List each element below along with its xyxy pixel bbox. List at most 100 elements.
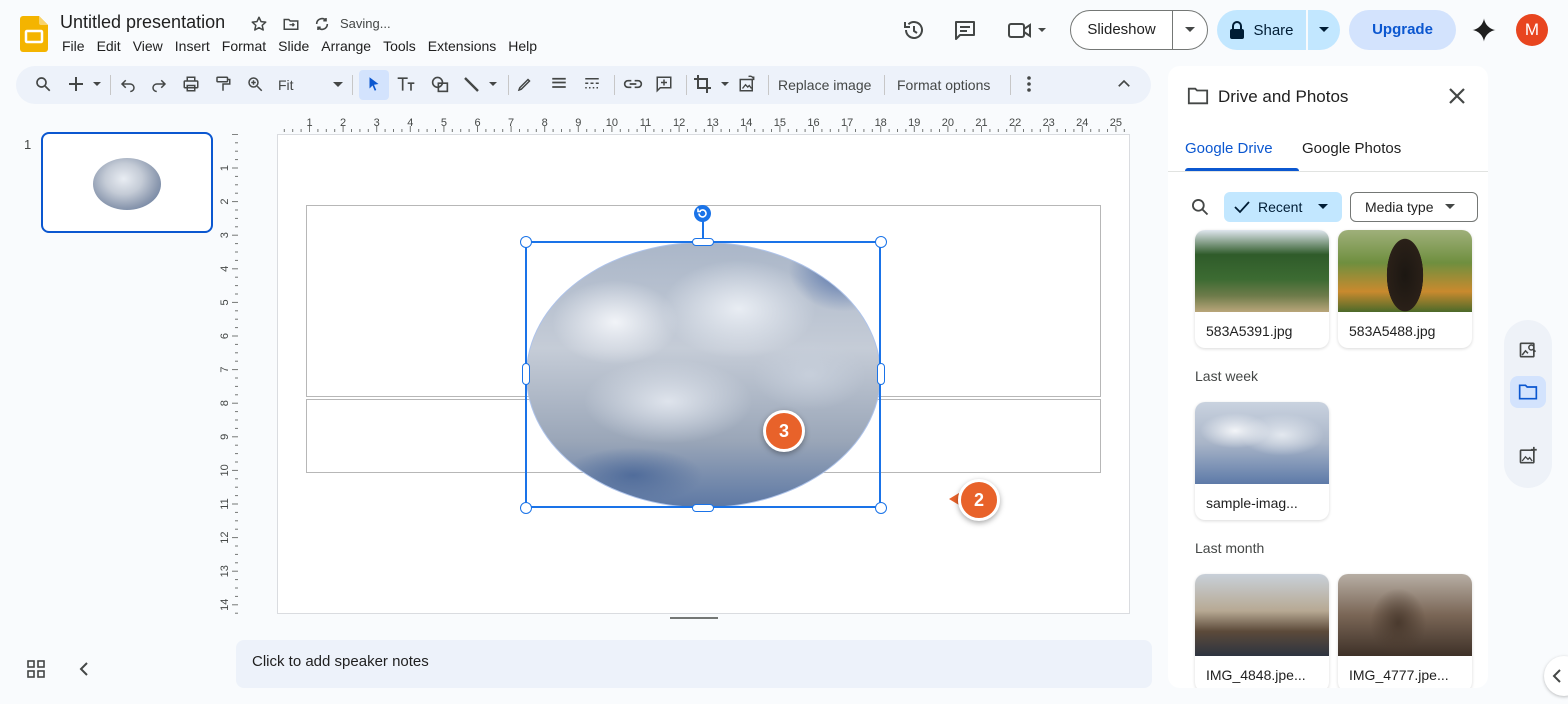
comments-icon[interactable] (953, 18, 977, 42)
file-name: 583A5488.jpg (1349, 323, 1436, 339)
menu-help[interactable]: Help (508, 38, 537, 54)
text-box-icon[interactable] (396, 75, 416, 93)
ruler-label: 3 (220, 232, 231, 238)
share-dropdown-icon[interactable] (1308, 26, 1340, 34)
more-options-icon[interactable] (1021, 75, 1037, 93)
avatar[interactable]: M (1516, 14, 1548, 46)
slide-canvas[interactable]: C le 3 2 (277, 134, 1130, 614)
resize-handle-bottom-left[interactable] (520, 502, 532, 514)
move-to-folder-icon[interactable] (282, 15, 300, 33)
menu-bar: File Edit View Insert Format Slide Arran… (62, 38, 549, 54)
add-comment-icon[interactable] (655, 75, 673, 93)
menu-insert[interactable]: Insert (175, 38, 210, 54)
add-image-icon[interactable] (1518, 446, 1538, 466)
close-icon[interactable] (1448, 87, 1466, 105)
undo-icon[interactable] (119, 75, 137, 93)
ruler-label: 2 (340, 117, 346, 129)
menu-file[interactable]: File (62, 38, 85, 54)
file-card[interactable]: 583A5488.jpg (1338, 230, 1472, 348)
replace-image-button[interactable]: Replace image (778, 77, 871, 93)
rotate-handle[interactable] (694, 205, 711, 222)
ruler-label: 2 (220, 199, 231, 205)
resize-handle-bottom-right[interactable] (875, 502, 887, 514)
recent-filter-chip[interactable]: Recent (1224, 192, 1342, 222)
folder-icon[interactable] (1518, 382, 1538, 402)
ruler-label: 20 (942, 117, 954, 129)
menu-format[interactable]: Format (222, 38, 266, 54)
side-panel-rail (1504, 320, 1552, 488)
resize-handle-top-left[interactable] (520, 236, 532, 248)
link-icon[interactable] (623, 75, 643, 93)
menu-arrange[interactable]: Arrange (321, 38, 371, 54)
resize-handle-left[interactable] (522, 363, 530, 385)
file-card[interactable]: 583A5391.jpg (1195, 230, 1329, 348)
panel-title: Drive and Photos (1218, 87, 1349, 106)
speaker-notes[interactable]: Click to add speaker notes (236, 640, 1152, 688)
resize-handle-right[interactable] (877, 363, 885, 385)
menu-tools[interactable]: Tools (383, 38, 416, 54)
file-card[interactable]: IMG_4848.jpe... (1195, 574, 1329, 688)
expand-panel-button[interactable] (1544, 656, 1568, 696)
menu-edit[interactable]: Edit (97, 38, 121, 54)
star-icon[interactable] (250, 15, 268, 33)
meet-icon[interactable] (1006, 18, 1050, 42)
slideshow-dropdown-icon[interactable] (1173, 26, 1207, 34)
menu-slide[interactable]: Slide (278, 38, 309, 54)
border-color-icon[interactable] (516, 75, 534, 93)
select-tool-icon[interactable] (365, 75, 383, 93)
share-button[interactable]: Share (1217, 10, 1340, 50)
resize-handle-bottom[interactable] (692, 504, 714, 512)
grid-view-icon[interactable] (27, 660, 45, 678)
slide-thumbnail[interactable] (41, 132, 213, 233)
crop-icon[interactable] (694, 75, 730, 93)
search-icon[interactable] (1190, 197, 1210, 217)
ruler-label: 9 (220, 434, 231, 440)
hide-menus-icon[interactable] (1115, 75, 1133, 93)
ruler-label: 16 (807, 117, 819, 129)
search-menus-icon[interactable] (34, 75, 52, 93)
gemini-icon[interactable] (1470, 16, 1498, 44)
version-history-icon[interactable] (902, 18, 926, 42)
step-badge-3: 3 (763, 410, 805, 452)
new-slide-icon[interactable] (68, 75, 104, 93)
tab-google-drive[interactable]: Google Drive (1185, 140, 1273, 157)
tab-google-photos[interactable]: Google Photos (1302, 140, 1401, 157)
resize-handle-top[interactable] (692, 238, 714, 246)
media-type-filter-chip[interactable]: Media type (1350, 192, 1478, 222)
zoom-dropdown-icon[interactable] (332, 75, 344, 93)
paint-format-icon[interactable] (214, 75, 232, 93)
menu-extensions[interactable]: Extensions (428, 38, 496, 54)
ruler-label: 1 (220, 165, 231, 171)
resize-handle-top-right[interactable] (875, 236, 887, 248)
notes-resize-handle[interactable] (670, 617, 718, 619)
shape-icon[interactable] (430, 75, 450, 93)
format-options-button[interactable]: Format options (897, 77, 990, 93)
ruler-label: 7 (508, 117, 514, 129)
ruler-label: 8 (220, 400, 231, 406)
horizontal-ruler: 1 2 3 4 5 6 7 8 9 10 11 12 13 14 15 16 17 18 19 20 21 22 23 24 2… (276, 114, 1130, 132)
line-icon[interactable] (462, 75, 498, 93)
step-badge-2: 2 (958, 479, 1000, 521)
menu-view[interactable]: View (133, 38, 163, 54)
border-weight-icon[interactable] (550, 75, 568, 93)
share-label[interactable]: Share (1253, 22, 1293, 39)
file-thumbnail (1195, 230, 1329, 312)
file-name: IMG_4848.jpe... (1206, 667, 1306, 683)
redo-icon[interactable] (150, 75, 168, 93)
file-card[interactable]: IMG_4777.jpe... (1338, 574, 1472, 688)
upgrade-button[interactable]: Upgrade (1349, 10, 1456, 50)
slides-logo-icon[interactable] (20, 16, 48, 52)
chevron-down-icon (1445, 204, 1456, 209)
ruler-label: 19 (908, 117, 920, 129)
slideshow-button[interactable]: Slideshow (1070, 10, 1208, 50)
zoom-select[interactable]: Fit (278, 77, 294, 93)
document-title[interactable]: Untitled presentation (60, 12, 225, 33)
chevron-left-icon[interactable] (76, 661, 92, 677)
zoom-icon[interactable] (246, 75, 264, 93)
slideshow-label[interactable]: Slideshow (1071, 11, 1173, 49)
file-card[interactable]: sample-imag... (1195, 402, 1329, 520)
image-search-icon[interactable] (1518, 340, 1538, 360)
print-icon[interactable] (182, 75, 200, 93)
reset-image-icon[interactable] (738, 75, 756, 93)
border-dash-icon[interactable] (583, 75, 601, 93)
